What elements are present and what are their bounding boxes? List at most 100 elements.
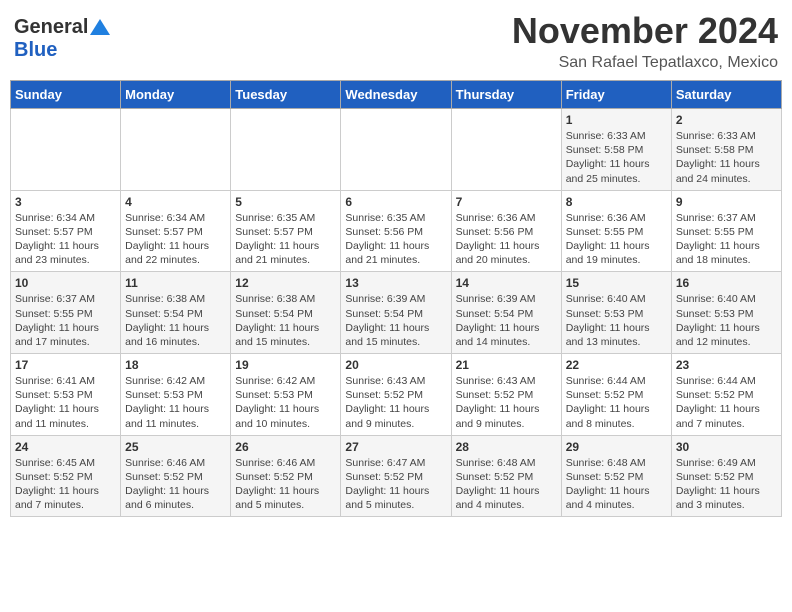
day-number: 3 [15,195,116,209]
calendar-week-0: 1 Sunrise: 6:33 AM Sunset: 5:58 PM Daylig… [11,109,782,191]
day-number: 14 [456,276,557,290]
calendar-week-2: 10 Sunrise: 6:37 AM Sunset: 5:55 PM Dayli… [11,272,782,354]
day-number: 1 [566,113,667,127]
calendar-header: SundayMondayTuesdayWednesdayThursdayFrid… [11,81,782,109]
day-detail: Sunrise: 6:42 AM Sunset: 5:53 PM Dayligh… [235,374,336,431]
day-number: 25 [125,440,226,454]
calendar-cell: 2 Sunrise: 6:33 AM Sunset: 5:58 PM Daylig… [671,109,781,191]
day-detail: Sunrise: 6:47 AM Sunset: 5:52 PM Dayligh… [345,456,446,513]
calendar-cell [451,109,561,191]
calendar-cell: 24 Sunrise: 6:45 AM Sunset: 5:52 PM Dayli… [11,435,121,517]
calendar-table: SundayMondayTuesdayWednesdayThursdayFrid… [10,80,782,517]
header-cell-friday: Friday [561,81,671,109]
calendar-cell: 10 Sunrise: 6:37 AM Sunset: 5:55 PM Dayli… [11,272,121,354]
day-number: 23 [676,358,777,372]
calendar-cell: 18Sunrise: 6:42 AM Sunset: 5:53 PM Dayli… [121,354,231,436]
day-detail: Sunrise: 6:43 AM Sunset: 5:52 PM Dayligh… [456,374,557,431]
day-number: 29 [566,440,667,454]
day-detail: Sunrise: 6:48 AM Sunset: 5:52 PM Dayligh… [456,456,557,513]
calendar-cell: 6 Sunrise: 6:35 AM Sunset: 5:56 PM Daylig… [341,190,451,272]
calendar-cell: 29 Sunrise: 6:48 AM Sunset: 5:52 PM Dayli… [561,435,671,517]
day-number: 17 [15,358,116,372]
calendar-cell: 14 Sunrise: 6:39 AM Sunset: 5:54 PM Dayli… [451,272,561,354]
day-detail: Sunrise: 6:35 AM Sunset: 5:56 PM Dayligh… [345,211,446,268]
calendar-cell: 15 Sunrise: 6:40 AM Sunset: 5:53 PM Dayli… [561,272,671,354]
day-detail: Sunrise: 6:34 AM Sunset: 5:57 PM Dayligh… [15,211,116,268]
logo-triangle-icon [90,19,110,35]
day-number: 4 [125,195,226,209]
day-detail: Sunrise: 6:41 AM Sunset: 5:53 PM Dayligh… [15,374,116,431]
day-number: 15 [566,276,667,290]
header-cell-thursday: Thursday [451,81,561,109]
day-number: 2 [676,113,777,127]
day-number: 12 [235,276,336,290]
day-number: 30 [676,440,777,454]
day-detail: Sunrise: 6:49 AM Sunset: 5:52 PM Dayligh… [676,456,777,513]
calendar-cell: 20Sunrise: 6:43 AM Sunset: 5:52 PM Dayli… [341,354,451,436]
calendar-cell: 1 Sunrise: 6:33 AM Sunset: 5:58 PM Daylig… [561,109,671,191]
calendar-cell: 30 Sunrise: 6:49 AM Sunset: 5:52 PM Dayli… [671,435,781,517]
day-detail: Sunrise: 6:39 AM Sunset: 5:54 PM Dayligh… [456,292,557,349]
calendar-cell: 21 Sunrise: 6:43 AM Sunset: 5:52 PM Dayli… [451,354,561,436]
day-detail: Sunrise: 6:38 AM Sunset: 5:54 PM Dayligh… [235,292,336,349]
calendar-cell: 19Sunrise: 6:42 AM Sunset: 5:53 PM Dayli… [231,354,341,436]
month-title: November 2024 [512,10,778,52]
day-number: 7 [456,195,557,209]
day-number: 24 [15,440,116,454]
day-number: 5 [235,195,336,209]
location-text: San Rafael Tepatlaxco, Mexico [512,54,778,72]
calendar-cell: 11Sunrise: 6:38 AM Sunset: 5:54 PM Dayli… [121,272,231,354]
day-number: 18 [125,358,226,372]
day-number: 10 [15,276,116,290]
calendar-body: 1 Sunrise: 6:33 AM Sunset: 5:58 PM Daylig… [11,109,782,517]
calendar-cell: 9Sunrise: 6:37 AM Sunset: 5:55 PM Daylig… [671,190,781,272]
calendar-cell [121,109,231,191]
calendar-cell: 23Sunrise: 6:44 AM Sunset: 5:52 PM Dayli… [671,354,781,436]
day-detail: Sunrise: 6:36 AM Sunset: 5:55 PM Dayligh… [566,211,667,268]
day-number: 8 [566,195,667,209]
day-detail: Sunrise: 6:37 AM Sunset: 5:55 PM Dayligh… [676,211,777,268]
header-cell-sunday: Sunday [11,81,121,109]
day-detail: Sunrise: 6:45 AM Sunset: 5:52 PM Dayligh… [15,456,116,513]
day-number: 6 [345,195,446,209]
day-detail: Sunrise: 6:35 AM Sunset: 5:57 PM Dayligh… [235,211,336,268]
day-detail: Sunrise: 6:33 AM Sunset: 5:58 PM Dayligh… [676,129,777,186]
calendar-week-1: 3 Sunrise: 6:34 AM Sunset: 5:57 PM Daylig… [11,190,782,272]
calendar-cell: 17 Sunrise: 6:41 AM Sunset: 5:53 PM Dayli… [11,354,121,436]
calendar-week-3: 17 Sunrise: 6:41 AM Sunset: 5:53 PM Dayli… [11,354,782,436]
day-number: 27 [345,440,446,454]
calendar-cell: 28 Sunrise: 6:48 AM Sunset: 5:52 PM Dayli… [451,435,561,517]
day-number: 13 [345,276,446,290]
header-row: SundayMondayTuesdayWednesdayThursdayFrid… [11,81,782,109]
header-cell-wednesday: Wednesday [341,81,451,109]
day-detail: Sunrise: 6:44 AM Sunset: 5:52 PM Dayligh… [566,374,667,431]
logo: General Blue [14,16,110,62]
day-detail: Sunrise: 6:40 AM Sunset: 5:53 PM Dayligh… [566,292,667,349]
day-detail: Sunrise: 6:46 AM Sunset: 5:52 PM Dayligh… [125,456,226,513]
calendar-cell: 13 Sunrise: 6:39 AM Sunset: 5:54 PM Dayli… [341,272,451,354]
day-detail: Sunrise: 6:37 AM Sunset: 5:55 PM Dayligh… [15,292,116,349]
calendar-cell: 8 Sunrise: 6:36 AM Sunset: 5:55 PM Daylig… [561,190,671,272]
day-number: 16 [676,276,777,290]
day-detail: Sunrise: 6:33 AM Sunset: 5:58 PM Dayligh… [566,129,667,186]
calendar-cell [11,109,121,191]
page-header: General Blue November 2024 San Rafael Te… [10,10,782,72]
day-number: 21 [456,358,557,372]
day-detail: Sunrise: 6:46 AM Sunset: 5:52 PM Dayligh… [235,456,336,513]
calendar-cell: 5 Sunrise: 6:35 AM Sunset: 5:57 PM Daylig… [231,190,341,272]
day-number: 11 [125,276,226,290]
header-cell-tuesday: Tuesday [231,81,341,109]
day-detail: Sunrise: 6:39 AM Sunset: 5:54 PM Dayligh… [345,292,446,349]
calendar-cell: 25 Sunrise: 6:46 AM Sunset: 5:52 PM Dayli… [121,435,231,517]
calendar-cell: 22Sunrise: 6:44 AM Sunset: 5:52 PM Dayli… [561,354,671,436]
calendar-cell [341,109,451,191]
day-number: 26 [235,440,336,454]
day-detail: Sunrise: 6:48 AM Sunset: 5:52 PM Dayligh… [566,456,667,513]
title-block: November 2024 San Rafael Tepatlaxco, Mex… [512,10,778,72]
day-detail: Sunrise: 6:34 AM Sunset: 5:57 PM Dayligh… [125,211,226,268]
calendar-cell: 27 Sunrise: 6:47 AM Sunset: 5:52 PM Dayli… [341,435,451,517]
calendar-cell [231,109,341,191]
logo-general-text: General [14,16,88,39]
calendar-cell: 16Sunrise: 6:40 AM Sunset: 5:53 PM Dayli… [671,272,781,354]
day-number: 28 [456,440,557,454]
